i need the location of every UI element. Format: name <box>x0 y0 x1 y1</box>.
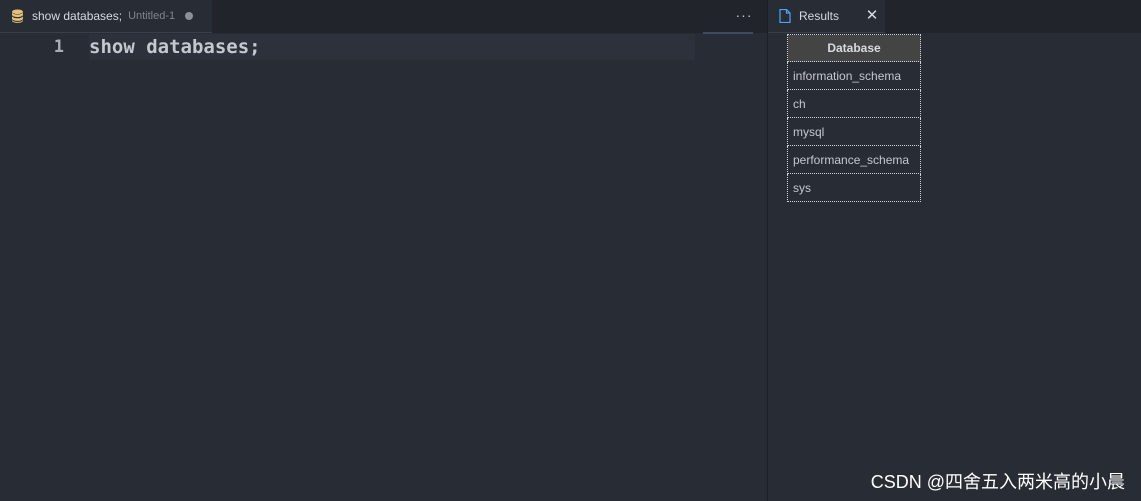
results-table: Database information_schema ch mysql per… <box>787 34 921 202</box>
more-actions-button[interactable]: ··· <box>731 4 757 28</box>
editor-tab-description: Untitled-1 <box>128 10 176 22</box>
table-row[interactable]: performance_schema <box>787 145 921 174</box>
close-icon[interactable]: ✕ <box>864 7 880 25</box>
table-header-row: Database <box>787 34 921 62</box>
table-cell[interactable]: information_schema <box>787 61 921 90</box>
table-row[interactable]: ch <box>787 89 921 118</box>
editor-tab-bar: show databases; Untitled-1 ··· <box>0 0 767 34</box>
results-pane: Results ✕ Database information_schema ch… <box>768 0 1141 501</box>
vscode-window: show databases; Untitled-1 ··· 1 show da… <box>0 0 1141 501</box>
results-tab-bar: Results ✕ <box>768 0 1141 33</box>
table-row[interactable]: information_schema <box>787 61 921 90</box>
table-cell[interactable]: mysql <box>787 117 921 146</box>
database-icon <box>11 9 24 23</box>
code-line[interactable]: show databases; <box>89 36 261 58</box>
table-cell[interactable]: sys <box>787 173 921 202</box>
results-tab[interactable]: Results ✕ <box>768 0 885 33</box>
editor-tab-title: show databases; <box>32 9 123 23</box>
unsaved-dot-icon[interactable] <box>185 12 194 20</box>
table-cell[interactable]: ch <box>787 89 921 118</box>
results-tab-label: Results <box>799 9 840 23</box>
table-row[interactable]: sys <box>787 173 921 202</box>
editor-pane: show databases; Untitled-1 ··· 1 show da… <box>0 0 767 501</box>
editor-tab-untitled-1[interactable]: show databases; Untitled-1 <box>0 0 212 33</box>
table-cell[interactable]: performance_schema <box>787 145 921 174</box>
watermark: CSDN @四舍五入两米高的小晨 <box>870 472 1125 492</box>
file-icon <box>779 8 791 24</box>
line-number: 1 <box>53 37 64 57</box>
column-header-database[interactable]: Database <box>787 34 921 62</box>
table-row[interactable]: mysql <box>787 117 921 146</box>
tab-bar-accent <box>703 32 753 34</box>
